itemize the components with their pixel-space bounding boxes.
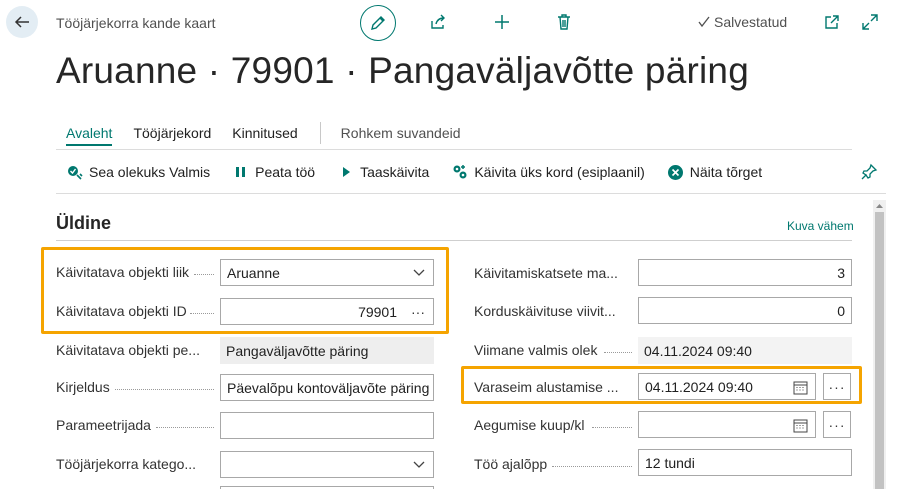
job-timeout-value: 12 tundi (645, 454, 695, 471)
scrollbar[interactable] (873, 200, 886, 489)
pause-job-button[interactable]: Peata töö (232, 163, 315, 181)
set-ready-button[interactable]: Sea olekuks Valmis (66, 163, 210, 181)
expiration-label: Aegumise kuup/kl (474, 417, 585, 433)
delete-button[interactable] (554, 12, 574, 32)
job-timeout-label: Töö ajalõpp (474, 456, 548, 472)
description-value: Päevalõpu kontoväljavõte päring (227, 379, 430, 396)
expiration-field[interactable] (638, 411, 816, 438)
rerun-delay-label: Korduskäivituse viivit... (474, 303, 616, 319)
object-caption-label: Käivitatava objekti pe... (56, 342, 200, 358)
share-icon (431, 14, 445, 29)
error-icon (667, 163, 685, 181)
leader-dots (115, 389, 214, 390)
leader-dots (604, 352, 632, 353)
run-once-button[interactable]: Käivita üks kord (esiplaanil) (451, 163, 645, 181)
plus-icon (495, 15, 509, 29)
tab-home[interactable]: Avaleht (66, 125, 113, 146)
arrow-left-icon (14, 16, 29, 28)
tab-job-queue[interactable]: Tööjärjekord (133, 125, 211, 141)
new-button[interactable] (492, 12, 512, 32)
action-bar: Sea olekuks Valmis Peata töö Taaskäivita… (66, 162, 784, 182)
divider (56, 193, 886, 194)
highlight-box (41, 247, 449, 334)
saved-status: Salvestatud (697, 14, 787, 30)
max-attempts-field[interactable]: 3 (638, 259, 852, 286)
restart-button[interactable]: Taaskäivita (337, 163, 429, 181)
section-title: Üldine (56, 213, 112, 233)
pin-action-bar-button[interactable] (860, 163, 878, 186)
leader-dots (156, 427, 214, 428)
description-label: Kirjeldus (56, 379, 110, 395)
leader-dots (592, 427, 632, 428)
pin-icon (861, 163, 878, 180)
set-ready-label: Sea olekuks Valmis (89, 164, 211, 180)
run-once-label: Käivita üks kord (esiplaanil) (474, 164, 645, 180)
pause-job-label: Peata töö (255, 164, 316, 180)
back-button[interactable] (6, 6, 38, 38)
page-title: Aruanne · 79901 · Pangaväljavõtte päring (56, 50, 749, 91)
expand-button[interactable] (860, 12, 880, 32)
trash-icon (558, 14, 570, 30)
open-new-window-button[interactable] (822, 12, 842, 32)
calendar-icon[interactable] (793, 418, 808, 433)
share-button[interactable] (428, 12, 448, 32)
description-field[interactable]: Päevalõpu kontoväljavõte päring (220, 374, 434, 401)
category-select[interactable] (220, 451, 434, 478)
object-caption-field: Pangaväljavõtte päring (220, 337, 434, 364)
pause-icon (232, 163, 250, 181)
more-options-tab[interactable]: Rohkem suvandeid (341, 125, 461, 141)
chevron-down-icon (413, 461, 425, 468)
leader-dots (552, 466, 632, 467)
tab-approvals[interactable]: Kinnitused (232, 125, 297, 141)
tab-bar: Avaleht Tööjärjekord Kinnitused Rohkem s… (66, 122, 482, 146)
last-ready-state-field: 04.11.2024 09:40 (638, 337, 852, 364)
object-caption-value: Pangaväljavõtte päring (226, 342, 369, 359)
scroll-up-arrow-icon[interactable] (875, 202, 884, 210)
parameter-string-label: Parameetrijada (56, 417, 151, 433)
edit-button[interactable] (360, 5, 396, 41)
page-caption: Tööjärjekorra kande kaart (56, 15, 216, 31)
highlight-box (461, 366, 862, 404)
last-ready-state-label: Viimane valmis olek (474, 342, 598, 358)
show-error-button[interactable]: Näita tõrget (667, 163, 762, 181)
checkmark-icon (698, 16, 710, 28)
run-once-icon (451, 163, 469, 181)
open-in-new-window-icon (825, 15, 839, 29)
play-icon (337, 163, 355, 181)
saved-status-label: Salvestatud (714, 14, 788, 30)
show-less-link[interactable]: Kuva vähem (787, 219, 854, 233)
pencil-icon (371, 16, 385, 30)
expand-icon (862, 14, 878, 30)
show-error-label: Näita tõrget (689, 164, 763, 180)
rerun-delay-value: 0 (837, 302, 845, 319)
divider (56, 149, 852, 150)
restart-label: Taaskäivita (360, 164, 430, 180)
expiration-options-button[interactable]: ··· (823, 411, 851, 438)
max-attempts-label: Käivitamiskatsete ma... (474, 265, 618, 281)
parameter-string-field[interactable] (220, 412, 434, 439)
set-ready-icon (66, 163, 84, 181)
max-attempts-value: 3 (837, 264, 845, 281)
job-timeout-field[interactable]: 12 tundi (638, 449, 852, 476)
section-divider (56, 240, 852, 241)
tab-divider (319, 122, 321, 144)
last-ready-state-value: 04.11.2024 09:40 (644, 342, 752, 359)
category-label: Tööjärjekorra katego... (56, 456, 197, 472)
rerun-delay-field[interactable]: 0 (638, 297, 852, 324)
scrollbar-thumb[interactable] (875, 212, 884, 489)
